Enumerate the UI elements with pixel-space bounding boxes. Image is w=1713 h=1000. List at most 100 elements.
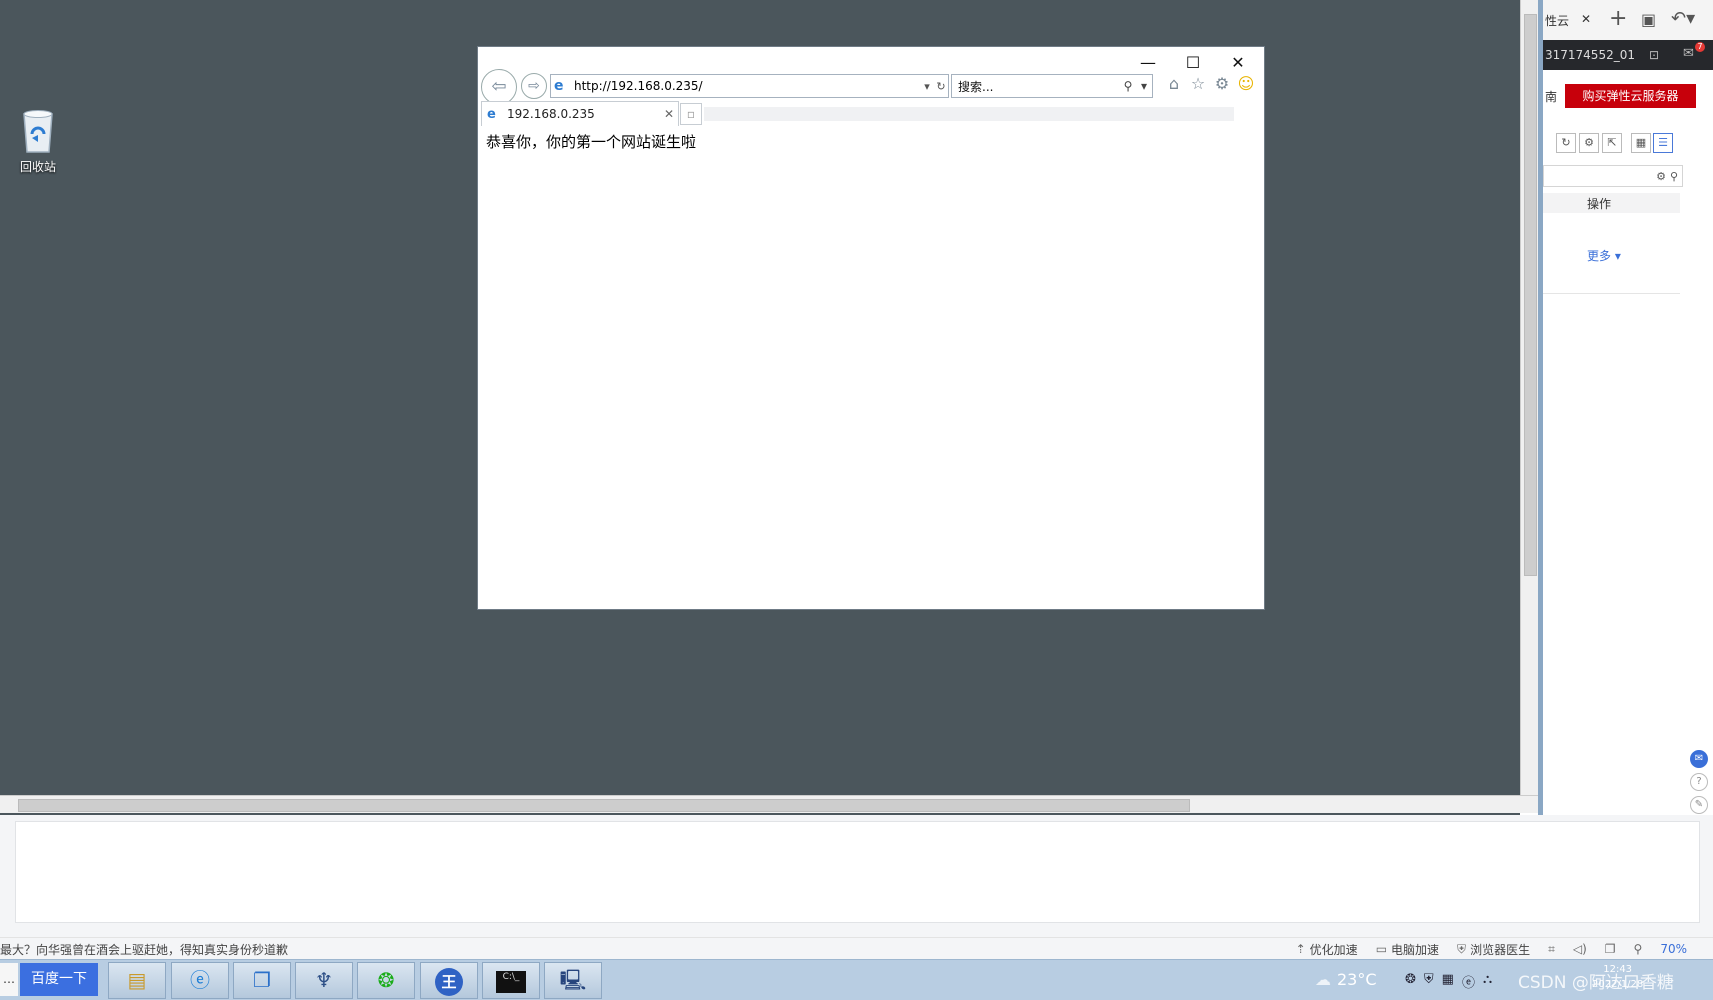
monitor-icon: ▭ (1375, 942, 1388, 956)
smiley-icon[interactable]: ☺ (1236, 74, 1256, 94)
ie-window: — ☐ ✕ ⇦ ⇨ e http://192.168.0.235/ ▾ ↻ 搜索… (477, 46, 1265, 610)
buy-ecs-button[interactable]: 购买弹性云服务器 (1565, 84, 1696, 108)
network-tray-icon[interactable]: ⛬ (1483, 972, 1492, 991)
address-dropdown-icon[interactable]: ▾ (920, 80, 934, 93)
clock-time: 12:43 (1603, 964, 1633, 975)
wang-app-letter: 王 (435, 968, 463, 996)
remote-desktop: 回收站 — ☐ ✕ ⇦ ⇨ e http://192.168.0.235/ ▾ … (0, 0, 1520, 815)
optimize-speed-item[interactable]: ⇡ 优化加速 (1296, 941, 1358, 958)
window-icon[interactable]: ❐ (1605, 942, 1616, 956)
refresh-icon[interactable]: ↻ (934, 80, 948, 93)
search-dropdown-icon[interactable]: ▾ (1136, 79, 1152, 93)
tab-title: 192.168.0.235 (507, 107, 595, 121)
export-icon[interactable]: ⇱ (1602, 133, 1622, 153)
tab-close-icon[interactable]: ✕ (660, 107, 678, 121)
zoom-level[interactable]: 70% (1660, 942, 1687, 956)
host-page-lower-area (0, 815, 1713, 937)
filter-search-box[interactable]: ⚙ ⚲ (1543, 165, 1683, 187)
wechat-icon[interactable]: ❂ (357, 962, 415, 999)
favorites-icon[interactable]: ☆ (1188, 74, 1208, 94)
more-actions-link[interactable]: 更多 ▾ (1587, 247, 1621, 264)
browser-tab-title[interactable]: 性云 (1545, 12, 1569, 29)
browser-tab-bar: 性云 ✕ + ▣ ↶▾ (1543, 0, 1713, 40)
back-icon[interactable]: ⇦ (481, 69, 517, 105)
help-icon[interactable]: ? (1690, 773, 1708, 791)
horizontal-scrollbar[interactable] (0, 795, 1538, 813)
optimize-speed-label: 优化加速 (1309, 942, 1358, 957)
taskbar: … 百度一下 ▤ ⓔ ❐ ♆ ❂ 王 C:\_ 🖳 ☁ 23°C ❂ ⛨ ▦ ⓔ… (0, 959, 1713, 1000)
rocket-icon: ⇡ (1295, 942, 1306, 956)
notification-badge: 7 (1695, 42, 1705, 52)
wang-app-icon[interactable]: 王 (420, 962, 478, 999)
ie-tray-icon[interactable]: ⓔ (1462, 972, 1475, 991)
cmd-icon[interactable]: C:\_ (482, 962, 540, 999)
filter-settings-icon[interactable]: ⚙ (1656, 170, 1666, 183)
message-icon[interactable]: ✉ (1683, 46, 1694, 61)
download-icon[interactable]: ▣ (1641, 10, 1656, 29)
console-side-panel: 性云 ✕ + ▣ ↶▾ 317174552_01 ⊡ ✉ 7 南 购买弹性云服务… (1543, 0, 1713, 815)
forward-icon[interactable]: ⇨ (521, 73, 547, 99)
browser-doctor-label: 浏览器医生 (1470, 942, 1531, 957)
file-explorer-icon[interactable]: ▤ (108, 962, 166, 999)
system-tray: ❂ ⛨ ▦ ⓔ ⛬ (1405, 972, 1492, 991)
terminal-icon[interactable]: ⊡ (1649, 48, 1659, 62)
tab-active[interactable]: e 192.168.0.235 ✕ (481, 101, 679, 126)
recycle-bin-icon (19, 108, 57, 154)
address-bar[interactable]: e http://192.168.0.235/ ▾ ↻ (550, 74, 949, 98)
browser-doctor-item[interactable]: ⛨ 浏览器医生 (1457, 941, 1530, 958)
new-browser-tab-icon[interactable]: + (1609, 6, 1627, 31)
row-divider (1543, 293, 1680, 294)
undo-icon[interactable]: ↶▾ (1671, 8, 1695, 29)
content-panel (15, 821, 1700, 923)
horizontal-scroll-thumb[interactable] (18, 799, 1190, 812)
remote-desktop-icon[interactable]: 🖳 (544, 962, 602, 999)
grid-view-icon[interactable]: ▦ (1631, 133, 1651, 153)
search-icon[interactable]: ⚲ (1120, 79, 1136, 93)
page-content-text: 恭喜你，你的第一个网站诞生啦 (486, 133, 697, 151)
search-input[interactable]: 搜索... (952, 78, 1120, 95)
account-name[interactable]: 317174552_01 (1545, 48, 1635, 62)
edit-icon[interactable]: ✎ (1690, 796, 1708, 814)
speaker-icon[interactable]: ◁) (1573, 942, 1587, 956)
octopus-app-icon[interactable]: ♆ (295, 962, 353, 999)
taskbar-search-input[interactable]: … (0, 963, 18, 996)
browser-status-bar: 最大？向华强曾在酒会上驱赶她，得知真实身份秒道歉 ⇡ 优化加速 ▭ 电脑加速 ⛨ 浏览… (0, 937, 1713, 960)
recycle-bin-shortcut[interactable]: 回收站 (14, 108, 62, 175)
address-url[interactable]: http://192.168.0.235/ (574, 79, 920, 93)
ie-icon: e (487, 106, 496, 122)
baidu-search-button[interactable]: 百度一下 (20, 963, 98, 996)
chat-icon[interactable]: ✉ (1690, 750, 1708, 768)
temperature: 23°C (1337, 970, 1377, 989)
zoom-icon[interactable]: ⚲ (1634, 942, 1643, 956)
settings-icon[interactable]: ⚙ (1579, 133, 1599, 153)
input-method-icon[interactable]: ▦ (1442, 972, 1454, 991)
weather-widget[interactable]: ☁ 23°C (1315, 970, 1377, 989)
gear-icon[interactable]: ⚙ (1212, 74, 1232, 94)
minimize-button[interactable]: — (1128, 51, 1168, 75)
cmd-icon-text: C:\_ (496, 970, 526, 993)
vertical-scroll-thumb[interactable] (1524, 14, 1537, 576)
screenshot-icon[interactable]: ⌗ (1548, 942, 1555, 957)
list-view-icon[interactable]: ☰ (1653, 133, 1673, 153)
wechat-tray-icon[interactable]: ❂ (1405, 972, 1416, 991)
pc-speedup-item[interactable]: ▭ 电脑加速 (1376, 941, 1439, 958)
weather-icon: ☁ (1315, 970, 1331, 989)
new-tab-icon[interactable]: ▫ (680, 103, 702, 125)
home-icon[interactable]: ⌂ (1164, 74, 1184, 94)
refresh-icon[interactable]: ↻ (1556, 133, 1576, 153)
console-header: 317174552_01 ⊡ ✉ 7 (1543, 40, 1713, 70)
security-tray-icon[interactable]: ⛨ (1424, 972, 1434, 991)
virtual-machine-icon[interactable]: ❐ (233, 962, 291, 999)
browser-tab-close-icon[interactable]: ✕ (1581, 12, 1591, 26)
ie-taskbar-icon[interactable]: ⓔ (171, 962, 229, 999)
maximize-button[interactable]: ☐ (1173, 51, 1213, 75)
search-icon[interactable]: ⚲ (1670, 170, 1678, 183)
clock[interactable]: 12:43 2022/1/28 (1592, 962, 1643, 992)
news-ticker[interactable]: 最大？向华强曾在酒会上驱赶她，得知真实身份秒道歉 (0, 941, 1296, 958)
vertical-scrollbar[interactable] (1520, 0, 1539, 795)
close-button[interactable]: ✕ (1218, 51, 1258, 75)
nav-text-fragment[interactable]: 南 (1545, 88, 1557, 105)
tab-strip (704, 107, 1234, 121)
search-box[interactable]: 搜索... ⚲ ▾ (951, 74, 1153, 98)
pc-speedup-label: 电脑加速 (1391, 942, 1440, 957)
